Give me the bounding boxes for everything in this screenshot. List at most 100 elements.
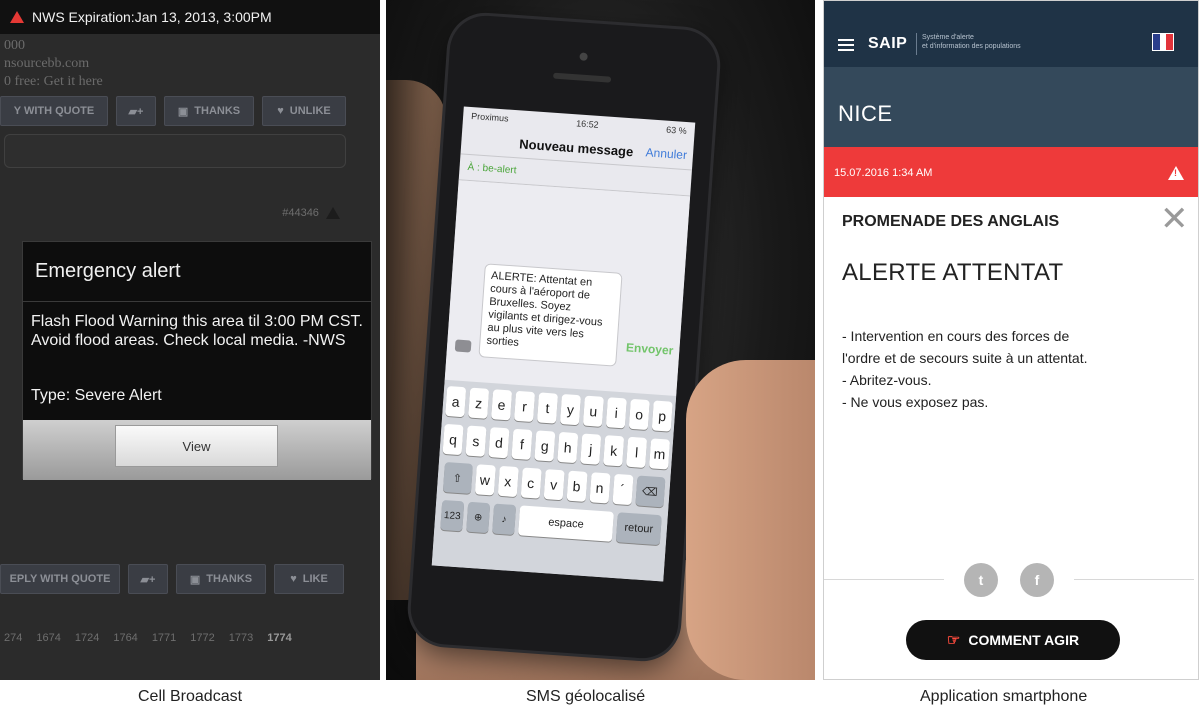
warning-icon xyxy=(1168,166,1184,180)
key[interactable]: t xyxy=(536,392,559,424)
speaker-grille xyxy=(552,72,612,83)
key[interactable]: ´ xyxy=(611,473,634,506)
backspace-icon[interactable]: ⌫ xyxy=(634,475,665,508)
space-key[interactable]: espace xyxy=(518,505,614,542)
nav-title: Nouveau message xyxy=(518,136,634,160)
forum-line: nsourcebb.com xyxy=(4,56,90,71)
key[interactable]: u xyxy=(582,395,604,427)
key[interactable]: l xyxy=(626,436,648,468)
globe-icon[interactable]: ⊕ xyxy=(466,501,491,534)
key[interactable]: z xyxy=(468,387,490,419)
camera-icon[interactable] xyxy=(454,339,472,353)
key[interactable]: g xyxy=(534,430,556,462)
key[interactable]: n xyxy=(589,472,611,504)
key[interactable]: j xyxy=(580,433,602,465)
page-link[interactable]: 1764 xyxy=(113,632,137,644)
dialog-title: Emergency alert xyxy=(35,260,181,282)
message-input[interactable]: ALERTE: Attentat en cours à l'aéroport d… xyxy=(478,263,623,367)
facebook-icon[interactable]: f xyxy=(1020,563,1054,597)
key[interactable]: d xyxy=(488,427,510,459)
page-link[interactable]: 1724 xyxy=(75,632,99,644)
return-key[interactable]: retour xyxy=(615,512,662,546)
multiquote-button[interactable]: ▰+ xyxy=(116,96,156,126)
numbers-key[interactable]: 123 xyxy=(440,499,465,532)
alert-headline: ALERTE ATTENTAT xyxy=(842,259,1064,286)
key[interactable]: e xyxy=(491,389,513,421)
reply-with-quote-button-2[interactable]: EPLY WITH QUOTE xyxy=(0,564,120,594)
twitter-icon[interactable]: t xyxy=(964,563,998,597)
caption-app: Application smartphone xyxy=(920,688,1088,705)
key[interactable]: m xyxy=(649,438,671,470)
current-page: 1774 xyxy=(267,632,292,644)
quote-icon: ▰+ xyxy=(140,573,156,586)
composite-figure: NWS Expiration:Jan 13, 2013, 3:00PM 000 … xyxy=(0,0,1199,711)
key[interactable]: k xyxy=(603,435,625,467)
key[interactable]: b xyxy=(566,470,588,502)
forum-line: 000 xyxy=(4,38,25,53)
page-link[interactable]: 1771 xyxy=(152,632,176,644)
like-button[interactable]: ♥ LIKE xyxy=(274,564,344,594)
close-icon[interactable]: ✕ xyxy=(1160,199,1189,239)
key[interactable]: q xyxy=(442,423,464,456)
key[interactable]: w xyxy=(474,464,496,496)
alert-location: PROMENADE DES ANGLAIS xyxy=(842,213,1060,230)
caption-sms: SMS géolocalisé xyxy=(526,688,646,705)
keyboard-row: azertyuiop xyxy=(445,385,673,432)
comment-agir-button[interactable]: ☞ COMMENT AGIR xyxy=(906,620,1120,660)
key[interactable]: r xyxy=(514,390,536,423)
keyboard-row: qsdfghjklm xyxy=(442,423,671,470)
report-icon[interactable] xyxy=(326,207,340,220)
shift-key[interactable]: ⇧ xyxy=(442,461,473,494)
key[interactable]: x xyxy=(497,465,519,498)
thanks-button-2[interactable]: ▣ THANKS xyxy=(176,564,266,594)
key[interactable]: h xyxy=(557,431,579,464)
forum-reply-box[interactable] xyxy=(4,134,346,168)
multiquote-button-2[interactable]: ▰+ xyxy=(128,564,168,594)
heart-icon: ♥ xyxy=(277,105,284,117)
quote-icon: ▰+ xyxy=(128,105,144,118)
forum-line: 0 free: Get it here xyxy=(4,74,103,89)
hand xyxy=(686,360,815,680)
reply-with-quote-button[interactable]: Y WITH QUOTE xyxy=(0,96,108,126)
carrier: Proximus xyxy=(470,110,509,124)
warning-icon xyxy=(10,11,24,23)
key[interactable]: a xyxy=(445,385,467,418)
key[interactable]: f xyxy=(511,428,533,460)
clock: 16:52 xyxy=(575,118,599,130)
iphone: Proximus 16:52 63 % Nouveau message Annu… xyxy=(408,13,720,661)
page-link[interactable]: 1772 xyxy=(190,632,214,644)
divider xyxy=(23,301,371,302)
city-banner: NICE xyxy=(824,67,1198,147)
android-status-bar: NWS Expiration:Jan 13, 2013, 3:00PM xyxy=(0,0,380,34)
thanks-icon: ▣ xyxy=(177,105,189,118)
key[interactable]: v xyxy=(543,469,565,501)
page-link[interactable]: 274 xyxy=(4,632,22,644)
alert-message: Flash Flood Warning this area til 3:00 P… xyxy=(31,313,363,349)
cell-broadcast-screen: NWS Expiration:Jan 13, 2013, 3:00PM 000 … xyxy=(0,0,380,680)
caption-cell-broadcast: Cell Broadcast xyxy=(138,688,243,705)
divider xyxy=(824,579,944,580)
page-link[interactable]: 1674 xyxy=(36,632,60,644)
key[interactable]: c xyxy=(520,467,542,499)
key[interactable]: o xyxy=(628,398,650,431)
menu-icon[interactable] xyxy=(838,39,854,51)
cancel-button[interactable]: Annuler xyxy=(645,145,687,162)
key[interactable]: i xyxy=(605,397,627,429)
page-link[interactable]: 1773 xyxy=(229,632,253,644)
keyboard-row: 123 ⊕ ♪ espace retour xyxy=(437,499,665,546)
key[interactable]: p xyxy=(651,400,673,432)
post-number: #44346 xyxy=(282,207,340,220)
thanks-button[interactable]: ▣ THANKS xyxy=(164,96,254,126)
key[interactable]: y xyxy=(559,394,581,426)
phone-screen: Proximus 16:52 63 % Nouveau message Annu… xyxy=(431,106,696,582)
microphone-icon[interactable]: ♪ xyxy=(492,503,517,535)
unlike-button[interactable]: ♥ UNLIKE xyxy=(262,96,346,126)
saip-app-screen: SAIP Système d'alerte et d'information d… xyxy=(823,0,1199,680)
view-button[interactable]: View xyxy=(115,425,278,467)
status-text: NWS Expiration:Jan 13, 2013, 3:00PM xyxy=(32,9,272,25)
pagination: 274 1674 1724 1764 1771 1772 1773 1774 xyxy=(4,632,292,644)
french-flag-icon xyxy=(1152,33,1174,51)
divider xyxy=(916,33,917,55)
sms-photo: Proximus 16:52 63 % Nouveau message Annu… xyxy=(386,0,815,680)
key[interactable]: s xyxy=(465,425,487,457)
